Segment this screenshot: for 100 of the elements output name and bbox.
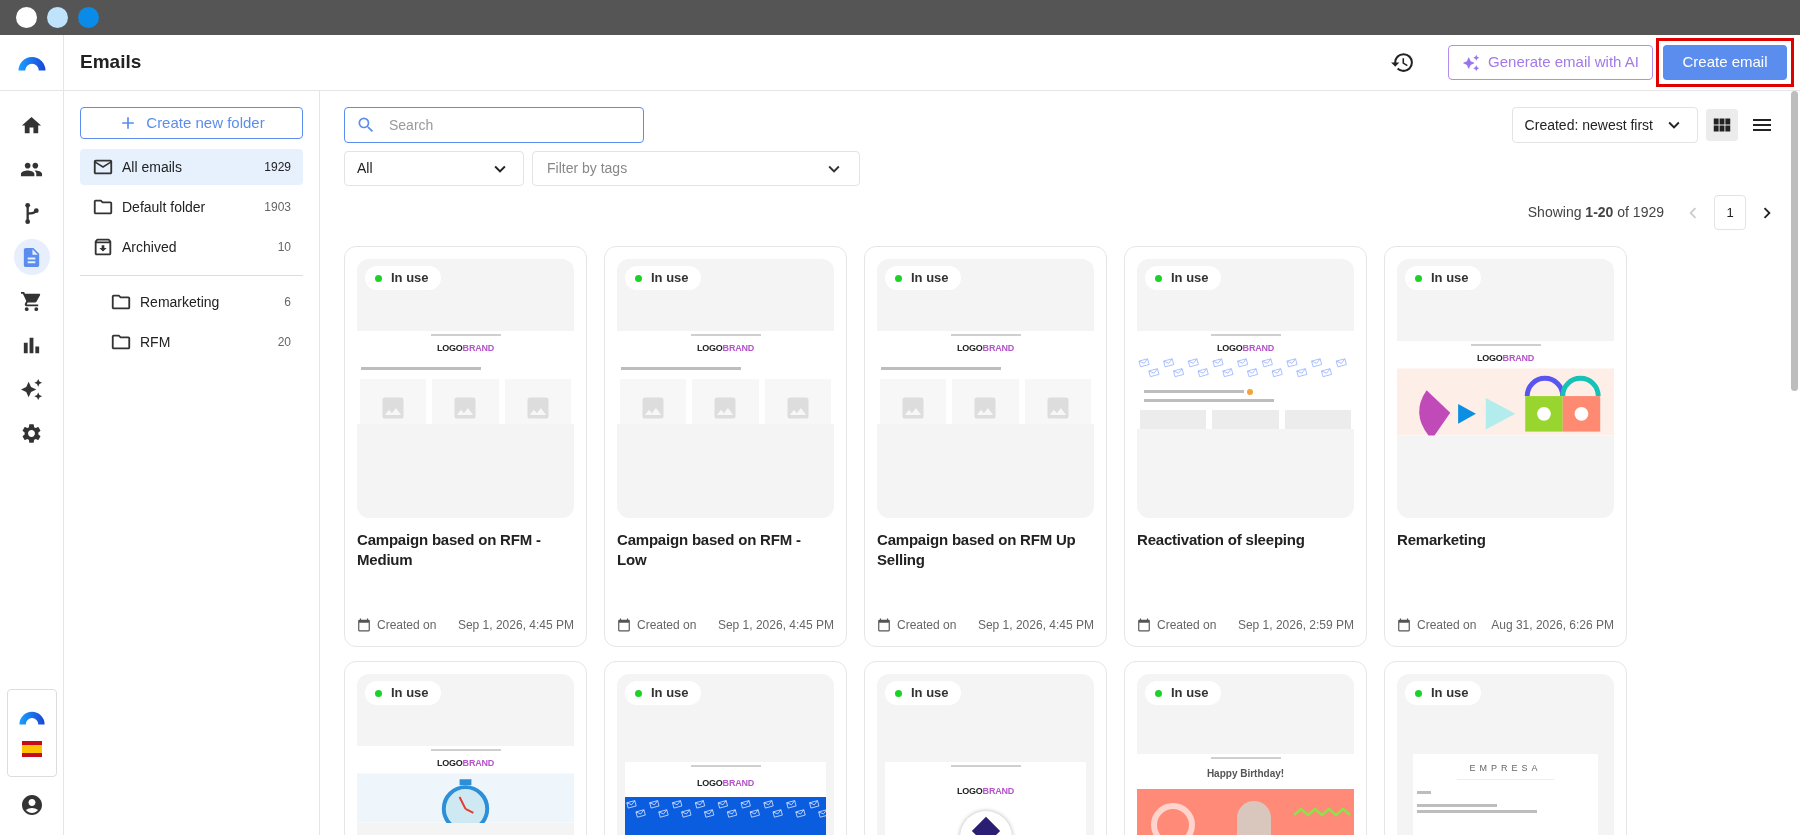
logo-text: LOGO	[1217, 343, 1243, 354]
text-line-drawing	[430, 749, 501, 751]
status-badge: In use	[1405, 266, 1481, 290]
status-badge: In use	[885, 681, 961, 705]
settings-icon[interactable]	[20, 421, 43, 445]
folder-label: RFM	[140, 332, 172, 352]
folder-count: 6	[284, 294, 291, 311]
flag-icon	[21, 740, 42, 757]
folder-label: Remarketing	[140, 292, 221, 312]
text-line-drawing	[690, 765, 761, 767]
search-field[interactable]: Search	[344, 107, 644, 143]
email-card[interactable]: In use LOGOBRAND Campaign based on RFM - Medium Created on Sep 1, 2026, 4:45 PM	[344, 246, 587, 647]
created-label: Created on	[1157, 617, 1217, 634]
email-card[interactable]: In use LOGOBRAND Reactivation of sleeping Created on Sep 1, 2026, 2:59 PM	[1124, 246, 1367, 647]
logo-text: LOGO	[1477, 353, 1503, 364]
created-label: Created on	[637, 617, 697, 634]
email-title: Remarketing	[1397, 530, 1487, 550]
archive-icon	[92, 236, 114, 258]
folder-item[interactable]: Remarketing 6	[80, 284, 303, 320]
calendar-icon	[357, 618, 371, 632]
brand-text: BRAND	[982, 786, 1014, 797]
logo-icon	[16, 54, 47, 71]
text-line-drawing	[1210, 757, 1281, 759]
brand-text: BRAND	[462, 343, 494, 354]
page-button[interactable]: 1	[1714, 195, 1746, 230]
logo-icon	[17, 709, 46, 725]
brand-text: BRAND	[1502, 353, 1534, 364]
email-card[interactable]: In use LOGOBRAND Campaign based on RFM - Low Created on Sep 1, 2026, 4:45 PM	[604, 246, 847, 647]
tags-select[interactable]: Filter by tags	[532, 151, 860, 186]
text-line-drawing	[690, 334, 761, 336]
email-card[interactable]: In use EMPRESA	[1384, 661, 1627, 835]
created-label: Created on	[897, 617, 957, 634]
window-control[interactable]	[16, 7, 37, 28]
folder-count: 1903	[264, 199, 291, 216]
preview-heading: EMPRESA	[1457, 762, 1554, 780]
logo-text: LOGO	[437, 343, 463, 354]
calendar-icon	[1137, 618, 1151, 632]
created-date: Sep 1, 2026, 4:45 PM	[977, 617, 1094, 634]
folder-item[interactable]: Archived 10	[80, 229, 303, 265]
created-label: Created on	[377, 617, 437, 634]
folder-item[interactable]: All emails 1929	[80, 149, 303, 185]
logo-text: LOGO	[957, 786, 983, 797]
email-title: Campaign based on RFM Up Selling	[877, 530, 1077, 570]
calendar-icon	[877, 618, 891, 632]
email-title: Campaign based on RFM - Medium	[357, 530, 542, 570]
folder-label: Default folder	[122, 197, 207, 217]
email-card[interactable]: In use Happy Birthday!	[1124, 661, 1367, 835]
folder-label: Archived	[122, 237, 178, 257]
window-control[interactable]	[47, 7, 68, 28]
grid-view-button[interactable]	[1706, 109, 1738, 141]
calendar-icon	[1397, 618, 1411, 632]
logo-text: LOGO	[437, 758, 463, 769]
user-avatar-icon[interactable]	[19, 793, 44, 817]
brand-text: BRAND	[982, 343, 1014, 354]
history-icon[interactable]	[1390, 50, 1415, 75]
email-card[interactable]: In use LOGOBRAND Remarketing Created on Aug 31, 2026, 6:26 PM	[1384, 246, 1627, 647]
folder-item[interactable]: Default folder 1903	[80, 189, 303, 225]
status-badge: In use	[625, 266, 701, 290]
brand-text: BRAND	[462, 758, 494, 769]
email-card[interactable]: In use LOGOBRAND	[864, 661, 1107, 835]
page-title: Emails	[79, 50, 142, 75]
pagination-summary: Showing 1-20 of 1929	[1527, 203, 1664, 222]
status-badge: In use	[1145, 266, 1221, 290]
text-line-drawing	[1470, 344, 1541, 346]
cart-icon[interactable]	[20, 289, 43, 313]
preview-heading: Happy Birthday!	[1205, 767, 1286, 781]
calendar-icon	[617, 618, 631, 632]
brand-text: BRAND	[722, 778, 754, 789]
text-line-drawing	[430, 334, 501, 336]
text-line-drawing	[1417, 790, 1431, 794]
text-line-drawing	[950, 765, 1021, 767]
status-badge: In use	[1145, 681, 1221, 705]
folder-count: 10	[277, 239, 291, 256]
status-badge: In use	[885, 266, 961, 290]
status-badge: In use	[365, 681, 441, 705]
sparkles-icon[interactable]	[20, 377, 43, 401]
created-label: Created on	[1417, 617, 1477, 634]
logo-text: LOGO	[957, 343, 983, 354]
status-badge: In use	[1405, 681, 1481, 705]
brand-text: BRAND	[722, 343, 754, 354]
text-line-drawing	[1210, 334, 1281, 336]
logo-text: LOGO	[697, 778, 723, 789]
email-card[interactable]: In use LOGOBRAND	[344, 661, 587, 835]
folder-count: 1929	[264, 159, 291, 176]
search-icon	[356, 115, 376, 135]
status-badge: In use	[365, 266, 441, 290]
email-card[interactable]: In use LOGOBRAND Campaign based on RFM Up Selling Created on Sep 1, 2026, 4:45 PM	[864, 246, 1107, 647]
created-date: Sep 1, 2026, 4:45 PM	[457, 617, 574, 634]
folder-label: All emails	[122, 157, 183, 177]
status-badge: In use	[625, 681, 701, 705]
scrollbar-thumb[interactable]	[1791, 91, 1798, 391]
photo-placeholder	[1237, 801, 1271, 835]
sort-select[interactable]: Created: newest first	[1511, 107, 1698, 143]
folder-item[interactable]: RFM 20	[80, 324, 303, 360]
text-line-drawing	[950, 334, 1021, 336]
created-date: Aug 31, 2026, 6:26 PM	[1491, 617, 1614, 634]
brand-text: BRAND	[1242, 343, 1274, 354]
type-select[interactable]: All	[344, 151, 524, 186]
account-switcher[interactable]	[6, 689, 57, 777]
email-card[interactable]: In use LOGOBRAND	[604, 661, 847, 835]
